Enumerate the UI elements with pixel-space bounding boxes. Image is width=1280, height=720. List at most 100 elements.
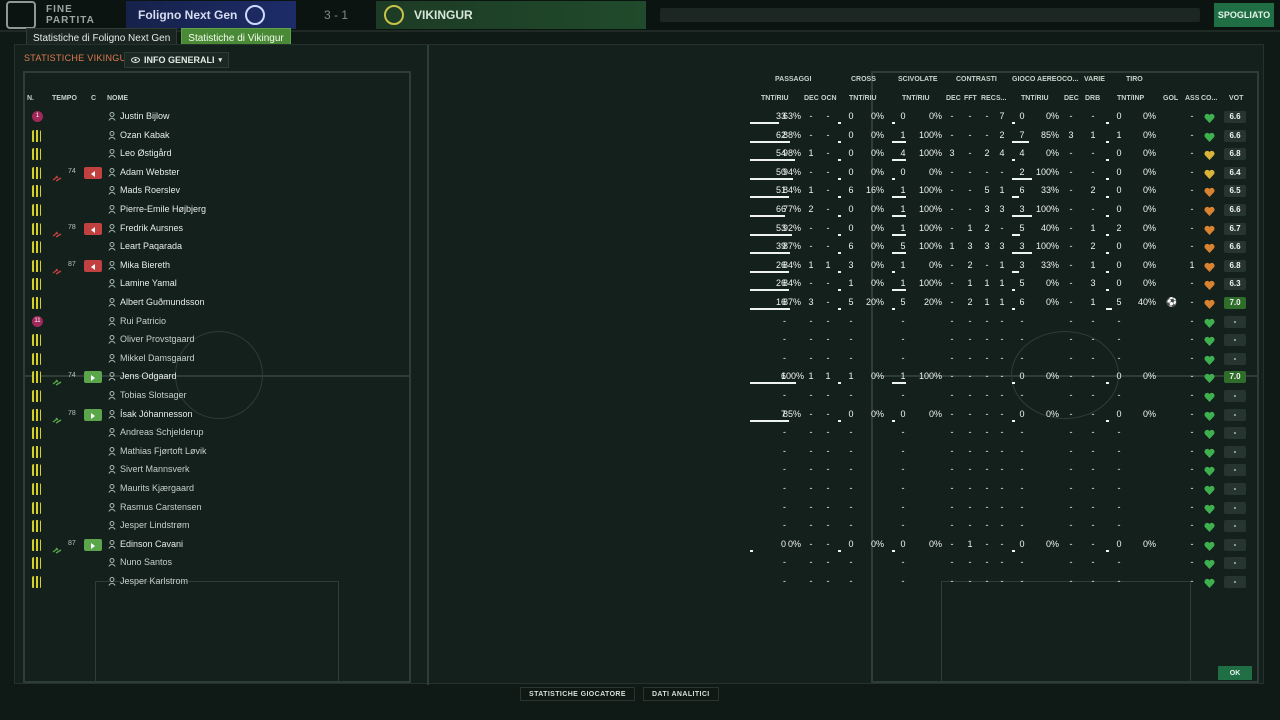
player-name[interactable]: Albert Guðmundsson	[120, 297, 205, 307]
table-row[interactable]: 1 Justin Bijlow 33 63% - -0 0% 0 0% - - -7 0 0% - -0 0% -…	[24, 108, 1252, 126]
stat-bar	[892, 382, 906, 385]
player-name[interactable]: Rui Patricio	[120, 316, 166, 326]
info-dropdown[interactable]: INFO GENERALI ▾	[124, 52, 230, 68]
col-cross[interactable]: TNT/RIU	[849, 95, 877, 102]
player-name[interactable]: Edinson Cavani	[120, 539, 183, 549]
player-name[interactable]: Lamine Yamal	[120, 278, 177, 288]
table-row[interactable]: 11 Rui Patricio - - - - - - - - - - - - - - -	[24, 313, 1252, 331]
analytics-button[interactable]: DATI ANALITICI	[642, 687, 719, 701]
player-rating: -	[1224, 464, 1246, 477]
table-row[interactable]: Andreas Schjelderup - - - - - - - - - - - - - - -	[24, 424, 1252, 442]
player-name[interactable]: Ísak Jóhannesson	[120, 409, 193, 419]
table-row[interactable]: Jesper Karlstrom - - - - - - - - - - - - - - -	[24, 573, 1252, 591]
stat-cdec: 3	[949, 148, 955, 159]
table-row[interactable]: 78 Fredrik Aursnes 53 92% - -0 0% 1 100% -1 2-5 40%…	[24, 220, 1252, 238]
col-contr-dec[interactable]: DEC	[946, 95, 961, 102]
table-row[interactable]: Albert Guðmundsson 16 87% 3-5 20% 5 20% -2 1 1 6 0%…	[24, 294, 1252, 312]
col-ass[interactable]: ASS	[1185, 95, 1199, 102]
stat-sciv-p: 100%	[918, 222, 942, 233]
player-stats-button[interactable]: STATISTICHE GIOCATORE	[520, 687, 635, 701]
kit-badge	[32, 241, 41, 254]
col-drb[interactable]: DRB	[1085, 95, 1100, 102]
player-name[interactable]: Pierre-Emile Højbjerg	[120, 204, 206, 214]
player-name[interactable]: Oliver Provstgaard	[120, 334, 195, 344]
ok-button[interactable]: OK	[1218, 666, 1252, 680]
table-row[interactable]: Nuno Santos - - - - - - - - - - - - - - -	[24, 554, 1252, 572]
col-aereo[interactable]: TNT/RIU	[1021, 95, 1049, 102]
stat-cross-a: 6	[848, 241, 854, 252]
game-logo[interactable]	[6, 1, 36, 29]
stat-tiro-a: -	[1117, 483, 1121, 493]
player-name[interactable]: Jesper Lindstrøm	[120, 520, 190, 530]
player-name[interactable]: Andreas Schjelderup	[120, 427, 204, 437]
shirt-icon	[32, 148, 41, 161]
player-name[interactable]: Fredrik Aursnes	[120, 223, 183, 233]
player-name[interactable]: Leo Østigård	[120, 148, 172, 158]
col-vot[interactable]: VOT	[1229, 95, 1243, 102]
stat-aer-a: -	[1020, 464, 1024, 475]
table-row[interactable]: Pierre-Emile Højbjerg 66 77% 2-0 0% 1 100% - -3 3…	[24, 201, 1252, 219]
continue-button[interactable]: SPOGLIATO	[1214, 3, 1274, 27]
table-row[interactable]: 78 Ísak Jóhannesson 7 85% - -0 0% 0 0% - - - -0 0% - -0…	[24, 406, 1252, 424]
col-tempo[interactable]: TEMPO	[52, 95, 77, 102]
player-name[interactable]: Mikkel Damsgaard	[120, 353, 195, 363]
player-name[interactable]: Nuno Santos	[120, 557, 172, 567]
player-name[interactable]: Maurits Kjærgaard	[120, 483, 194, 493]
player-name[interactable]: Rasmus Carstensen	[120, 502, 202, 512]
player-name[interactable]: Leart Paqarada	[120, 241, 182, 251]
col-pass[interactable]: TNT/RIU	[761, 95, 789, 102]
stat-ocn: -	[826, 241, 830, 252]
table-row[interactable]: Mathias Fjørtoft Løvik - - - - - - - - - - - - - - -	[24, 443, 1252, 461]
table-row[interactable]: Maurits Kjærgaard - - - - - - - - - - - - - - -	[24, 480, 1252, 498]
player-name[interactable]: Mads Roerslev	[120, 185, 180, 195]
player-name[interactable]: Jesper Karlstrom	[120, 576, 188, 586]
col-aereo-dec[interactable]: DEC	[1064, 95, 1079, 102]
stat-ass: -	[1190, 204, 1194, 214]
col-c[interactable]: C	[91, 95, 96, 102]
player-name[interactable]: Adam Webster	[120, 167, 179, 177]
col-s[interactable]: S...	[996, 95, 1007, 102]
table-row[interactable]: Tobias Slotsager - - - - - - - - - - - - - - -	[24, 387, 1252, 405]
player-name[interactable]: Mathias Fjørtoft Løvik	[120, 446, 207, 456]
table-row[interactable]: Ozan Kabak 62 88% - -0 0% 1 100% - - -2 7 85% 3 1 1 0% -6…	[24, 127, 1252, 145]
table-row[interactable]: Jesper Lindstrøm - - - - - - - - - - - - - - -	[24, 517, 1252, 535]
col-rec[interactable]: REC	[981, 95, 996, 102]
condition-heart-icon	[1204, 316, 1215, 328]
player-name[interactable]: Justin Bijlow	[120, 111, 170, 121]
col-fft[interactable]: FFT	[964, 95, 977, 102]
player-name[interactable]: Tobias Slotsager	[120, 390, 187, 400]
stat-ocn: -	[826, 483, 830, 493]
table-row[interactable]: 74 Jens Odgaard 6 100% 1 1 1 0% 1 100% - - - -0 0% - -0 0…	[24, 368, 1252, 386]
table-row[interactable]: Leart Paqarada 39 87% - -6 0% 5 100% 1 3 3 3 3 100% -2…	[24, 238, 1252, 256]
player-name[interactable]: Ozan Kabak	[120, 130, 170, 140]
stat-cross-p: 0%	[870, 129, 884, 140]
col-sciv[interactable]: TNT/RIU	[902, 95, 930, 102]
col-nome[interactable]: NOME	[107, 95, 128, 102]
col-co[interactable]: CO...	[1201, 95, 1217, 102]
col-n[interactable]: N.	[27, 95, 34, 102]
col-gol[interactable]: GOL	[1163, 95, 1178, 102]
table-row[interactable]: 87 Edinson Cavani 0 0% - -0 0% 0 0% -1- -0 0% - -0 0% -…	[24, 536, 1252, 554]
stat-ass: -	[1190, 408, 1194, 419]
col-ocn[interactable]: OCN	[821, 95, 837, 102]
table-row[interactable]: 87 Mika Biereth 26 84% 1 1 3 0% 1 0% -2-1 3 33% -1 0 0%…	[24, 257, 1252, 275]
table-row[interactable]: Leo Østigård 54 98% 1-0 0% 4 100% 3-2 4 4 0% - -0 0% -…	[24, 145, 1252, 163]
player-name[interactable]: Jens Odgaard	[120, 371, 177, 381]
stat-s: -	[1000, 501, 1004, 512]
stat-ass: -	[1190, 148, 1194, 159]
player-name[interactable]: Sivert Mannsverk	[120, 464, 190, 474]
table-row[interactable]: Lamine Yamal 26 84% - -1 0% 1 100% -1 1 1 5 0% -3 0 0% -…	[24, 275, 1252, 293]
condition-heart-icon	[1204, 223, 1215, 235]
col-tiro[interactable]: TNT/INP	[1117, 95, 1144, 102]
stat-drb: 1	[1090, 222, 1096, 233]
stat-pdec: -	[809, 427, 813, 438]
table-row[interactable]: Oliver Provstgaard - - - - - - - - - - - - - - -	[24, 331, 1252, 349]
table-row[interactable]: Mads Roerslev 51 84% 1-6 16% 1 100% - -5 1 6 33% -2 0…	[24, 182, 1252, 200]
player-name[interactable]: Mika Biereth	[120, 260, 170, 270]
table-row[interactable]: Sivert Mannsverk - - - - - - - - - - - - - - -	[24, 461, 1252, 479]
table-row[interactable]: 74 Adam Webster 50 94% - -0 0% 0 0% - - - -2 100% - -0 0…	[24, 164, 1252, 182]
table-row[interactable]: Rasmus Carstensen - - - - - - - - - - - - - - -	[24, 499, 1252, 517]
col-pass-dec[interactable]: DEC	[804, 95, 819, 102]
table-row[interactable]: Mikkel Damsgaard - - - - - - - - - - - - - - -	[24, 350, 1252, 368]
stat-adec: 3	[1068, 129, 1074, 140]
